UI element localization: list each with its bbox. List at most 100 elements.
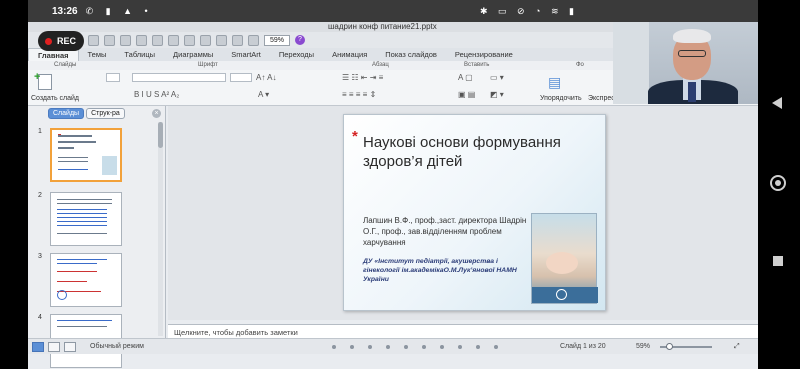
bullet-star-icon: * [352,128,358,145]
slide-thumbnail[interactable] [50,253,122,307]
thumb-text-line [57,326,107,327]
panel-tabs: Слайды Струк-ра [28,106,165,120]
progress-dots [332,345,498,349]
slide-institution[interactable]: ДУ «Інститут педіатрії, акушерства і гін… [363,257,531,284]
fill-icon[interactable]: ◩ ▾ [490,90,504,99]
zoom-slider-thumb[interactable] [666,343,673,350]
thumb-text-line [57,209,107,210]
insert-picture-icon[interactable]: ▣ ▤ [458,90,475,99]
thumbnails-scrollbar[interactable] [158,122,163,336]
font-grow-icon[interactable]: A↑ A↓ [256,73,276,82]
thumb-text-line [57,263,97,264]
text-style-buttons[interactable]: B I U S A² A₂ [134,90,179,99]
paste-icon[interactable] [168,34,179,46]
notification-icons: ✆ ▮ ▲ • [85,5,153,16]
group-insert-label: Вставить [464,62,490,68]
thumb-text-line [57,259,107,260]
open-icon[interactable] [88,34,99,46]
tab-charts[interactable]: Диаграммы [164,48,222,61]
format-painter-icon[interactable] [184,34,195,46]
tab-smartart[interactable]: SmartArt [222,48,270,61]
progress-dot [368,345,372,349]
sorter-view-icon[interactable] [48,342,60,352]
thumbnail-number: 4 [38,314,42,321]
document-title: шадрин конф питание21.pptx [328,22,437,31]
clock: 13:26 [52,5,78,17]
who-logo-icon [57,290,67,300]
slide-title[interactable]: Наукові основи формування здоров’я дітей [363,133,563,171]
background-door [613,22,649,104]
recording-indicator[interactable]: REC [38,31,84,51]
thumbnail-number: 1 [38,128,42,135]
zoom-slider[interactable] [660,343,712,350]
font-name-select[interactable] [132,73,226,82]
tab-review[interactable]: Рецензирование [446,48,522,61]
close-panel-icon[interactable]: × [152,109,161,118]
gallery-icon[interactable] [232,34,243,46]
undo-icon[interactable] [200,34,211,46]
notes-field[interactable]: Щелкните, чтобы добавить заметки [168,324,758,338]
thumb-text-line [58,161,88,162]
tab-transitions[interactable]: Переходы [270,48,323,61]
zoom-percent: 59% [636,343,651,350]
presenter-hair [673,29,711,43]
print-icon[interactable] [120,34,131,46]
normal-view-icon[interactable] [32,342,44,352]
redo-icon[interactable] [216,34,227,46]
system-icons: ✱ ▭ ⊘ ◔ ≋ ▮ [479,5,578,16]
slide-thumbnail-row[interactable]: 3 [28,253,156,309]
tab-outline[interactable]: Струк-ра [86,107,125,119]
progress-dot [494,345,498,349]
slide-thumbnail[interactable] [50,128,122,182]
list-icons[interactable]: ☰ ☷ ⇤ ⇥ ≡ [342,73,383,82]
new-slide-icon[interactable] [34,71,52,90]
sidebar-icon[interactable] [248,34,259,46]
home-icon[interactable] [770,175,786,191]
thumb-title-line [58,141,96,143]
recents-icon[interactable] [773,256,783,266]
slide-authors[interactable]: Лапшин В.Ф., проф.,заст. директора Шадрі… [363,215,528,248]
font-color-icon[interactable]: A ▾ [258,90,269,99]
save-icon[interactable] [104,34,115,46]
back-icon[interactable] [772,97,782,109]
slide-canvas[interactable]: * Наукові основи формування здоров’я діт… [168,106,758,320]
progress-dot [332,345,336,349]
thumb-text-line [57,320,112,321]
thumb-text-line [57,281,87,282]
align-icons[interactable]: ≡ ≡ ≡ ≡ ⇕ [342,90,376,99]
tab-slideshow[interactable]: Показ слайдов [376,48,446,61]
thumb-image [102,156,117,175]
tab-animations[interactable]: Анимация [323,48,376,61]
copy-icon[interactable] [152,34,163,46]
slides-panel: Слайды Струк-ра × 1 2 3 4 [28,106,166,368]
thumb-text-line [57,233,107,234]
insert-text-icon[interactable]: A ▢ [458,73,473,82]
font-size-select[interactable] [230,73,252,82]
arrange-button[interactable]: Упорядочить [540,95,582,102]
tab-slides[interactable]: Слайды [48,107,85,119]
progress-dot [458,345,462,349]
help-icon[interactable]: ? [295,35,305,45]
slide-thumbnail-row[interactable]: 1 [28,128,156,184]
shape-icon[interactable]: ▭ ▾ [490,73,504,82]
cut-icon[interactable] [136,34,147,46]
group-font-label: Шрифт [198,62,218,68]
progress-dot [386,345,390,349]
thumb-title-line [58,147,74,149]
arrange-icon[interactable]: ▤ [548,74,561,91]
slide-thumbnail-row[interactable]: 2 [28,192,156,248]
current-slide[interactable]: * Наукові основи формування здоров’я діт… [343,114,606,311]
fit-window-icon[interactable]: ⤢ [734,343,740,351]
tab-tables[interactable]: Таблицы [115,48,164,61]
webcam-overlay [613,22,758,104]
book-cover-image [531,213,598,304]
thumbnail-number: 3 [38,253,42,260]
zoom-select[interactable]: 59% [264,34,290,46]
status-bar: Обычный режим Слайд 1 из 20 59% ⤢ [28,338,758,354]
tab-themes[interactable]: Темы [79,48,116,61]
slide-thumbnail[interactable] [50,192,122,246]
slideshow-view-icon[interactable] [64,342,76,352]
scrollbar-thumb[interactable] [158,122,163,148]
layout-dropdown[interactable] [106,73,120,82]
new-slide-button[interactable]: Создать слайд [31,95,79,102]
